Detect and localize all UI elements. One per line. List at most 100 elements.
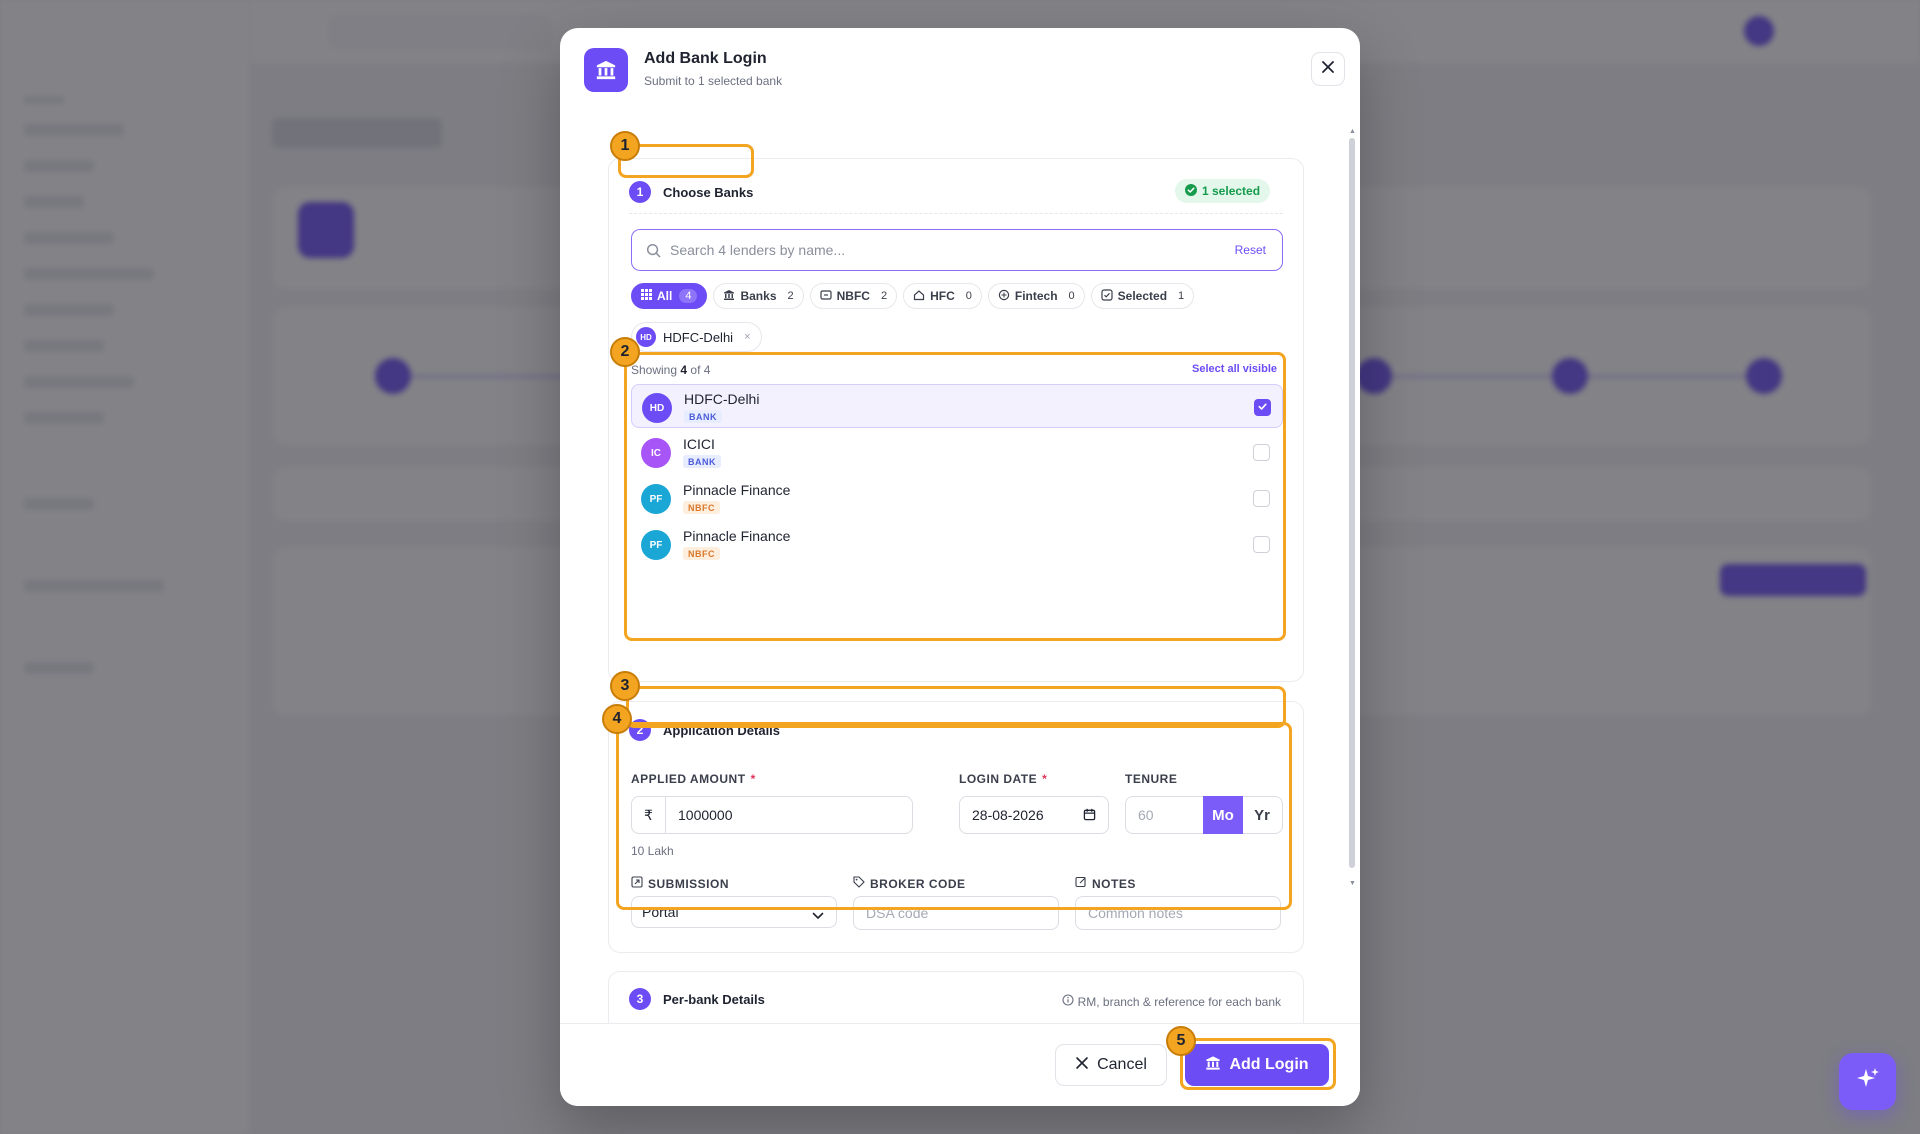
nbfc-icon (820, 289, 832, 304)
modal-title: Add Bank Login (644, 50, 767, 67)
filter-chip-hfc[interactable]: HFC 0 (903, 283, 982, 309)
login-date-value: 28-08-2026 (972, 807, 1044, 823)
section-divider (629, 213, 1283, 214)
modal-header: Add Bank Login Submit to 1 selected bank (560, 28, 1360, 108)
filter-count: 2 (787, 290, 794, 302)
add-login-label: Add Login (1229, 1056, 1309, 1073)
per-bank-details-section: 3 Per-bank Details RM, branch & referenc… (608, 971, 1304, 1023)
annotation-marker-3: 3 (610, 671, 640, 701)
scroll-down-icon[interactable]: ▼ (1349, 880, 1356, 887)
lender-search-input[interactable] (670, 240, 1190, 260)
filter-chip-banks[interactable]: Banks 2 (713, 283, 804, 309)
tenure-month-toggle[interactable]: Mo (1203, 796, 1243, 834)
tenure-year-toggle[interactable]: Yr (1243, 797, 1281, 833)
filter-count: 2 (880, 290, 888, 302)
notes-placeholder: Common notes (1088, 905, 1183, 921)
close-icon (1321, 60, 1335, 79)
submission-icon (631, 876, 643, 891)
tenure-label: TENURE (1125, 772, 1178, 786)
cancel-button[interactable]: Cancel (1055, 1044, 1167, 1086)
note-icon (1075, 876, 1087, 891)
bank-icon (584, 48, 628, 92)
bank-avatar: PF (641, 530, 671, 560)
section-title: Choose Banks (663, 185, 754, 200)
bank-avatar: IC (641, 438, 671, 468)
filter-label: Banks (740, 289, 777, 303)
filter-count: 4 (679, 289, 698, 303)
login-date-label: LOGIN DATE * (959, 772, 1047, 786)
selected-count-text: 1 selected (1202, 184, 1261, 198)
showing-number: 4 (680, 363, 688, 377)
step-number: 3 (629, 988, 651, 1010)
filter-chip-fintech[interactable]: Fintech 0 (987, 283, 1085, 309)
login-date-input[interactable]: 28-08-2026 (959, 796, 1109, 834)
bank-icon (1205, 1055, 1221, 1076)
close-button[interactable] (1311, 52, 1345, 86)
bank-list: HD HDFC-Delhi BANK IC ICICI BANK PF Pinn… (631, 384, 1283, 564)
applied-amount-input[interactable]: ₹ 1000000 (631, 796, 913, 834)
add-login-button[interactable]: Add Login (1185, 1044, 1329, 1086)
broker-code-input[interactable]: DSA code (853, 896, 1059, 930)
selected-count-badge: 1 selected (1175, 179, 1271, 203)
bank-row[interactable]: IC ICICI BANK (631, 430, 1283, 474)
reset-search-link[interactable]: Reset (1235, 243, 1266, 257)
bank-avatar: HD (636, 327, 656, 347)
amount-in-words: 10 Lakh (631, 844, 674, 858)
filter-label: NBFC (836, 289, 870, 303)
tag-icon (853, 876, 865, 891)
modal-subtitle: Submit to 1 selected bank (644, 74, 783, 88)
required-marker: * (750, 772, 756, 786)
bank-row[interactable]: PF Pinnacle Finance NBFC (631, 476, 1283, 520)
applied-amount-label: APPLIED AMOUNT * (631, 772, 756, 786)
annotation-marker-2: 2 (610, 337, 640, 367)
remove-bank-icon[interactable]: × (744, 331, 750, 343)
scroll-thumb[interactable] (1349, 138, 1355, 868)
bank-type-tag: NBFC (683, 547, 720, 560)
broker-code-placeholder: DSA code (866, 905, 929, 921)
check-circle-icon (1185, 183, 1197, 199)
select-all-visible-link[interactable]: Select all visible (1192, 363, 1277, 375)
bank-checkbox[interactable] (1253, 444, 1270, 461)
login-date-label-text: LOGIN DATE (959, 772, 1038, 786)
submission-select[interactable]: Portal (631, 896, 837, 928)
filter-chip-selected[interactable]: Selected 1 (1090, 283, 1195, 309)
bank-name: Pinnacle Finance (683, 482, 791, 498)
bank-row[interactable]: HD HDFC-Delhi BANK (631, 384, 1283, 428)
filter-count: 1 (1178, 290, 1185, 302)
chevron-down-icon (812, 907, 824, 923)
filter-chip-nbfc[interactable]: NBFC 2 (809, 283, 898, 309)
per-bank-note-text: RM, branch & reference for each bank (1077, 994, 1281, 1009)
bank-avatar: HD (642, 393, 672, 423)
step-number: 1 (629, 181, 651, 203)
filter-count: 0 (1068, 290, 1075, 302)
broker-code-label-text: BROKER CODE (870, 876, 966, 891)
rupee-prefix: ₹ (632, 797, 666, 833)
filter-count: 0 (965, 290, 972, 302)
bank-name: HDFC-Delhi (684, 391, 760, 407)
check-icon (1257, 399, 1268, 417)
notes-input[interactable]: Common notes (1075, 896, 1281, 930)
ai-assistant-button[interactable] (1839, 1053, 1896, 1110)
bank-row[interactable]: PF Pinnacle Finance NBFC (631, 522, 1283, 566)
search-icon (646, 243, 661, 263)
modal-scrollbar[interactable]: ▲ ▼ (1349, 128, 1356, 888)
bank-type-tag: NBFC (683, 501, 720, 514)
annotation-marker-5: 5 (1166, 1026, 1196, 1056)
selected-bank-name: HDFC-Delhi (663, 329, 734, 345)
annotation-marker-4: 4 (602, 704, 632, 734)
broker-code-label: BROKER CODE (853, 876, 966, 891)
bank-icon (723, 289, 735, 304)
modal-footer: Cancel Add Login (560, 1023, 1360, 1106)
bank-checkbox[interactable] (1253, 490, 1270, 507)
modal-body: 1 Choose Banks 1 selected Reset All (560, 108, 1360, 1023)
bank-checkbox[interactable] (1254, 399, 1271, 416)
filter-chip-all[interactable]: All 4 (631, 283, 708, 309)
showing-prefix: Showing (631, 363, 678, 377)
submission-label-text: SUBMISSION (648, 876, 730, 891)
bank-checkbox[interactable] (1253, 536, 1270, 553)
filter-label: Selected (1117, 289, 1168, 303)
submission-label: SUBMISSION (631, 876, 729, 891)
annotation-marker-1: 1 (610, 131, 640, 161)
scroll-up-icon[interactable]: ▲ (1349, 128, 1356, 135)
calendar-icon[interactable] (1083, 808, 1096, 824)
